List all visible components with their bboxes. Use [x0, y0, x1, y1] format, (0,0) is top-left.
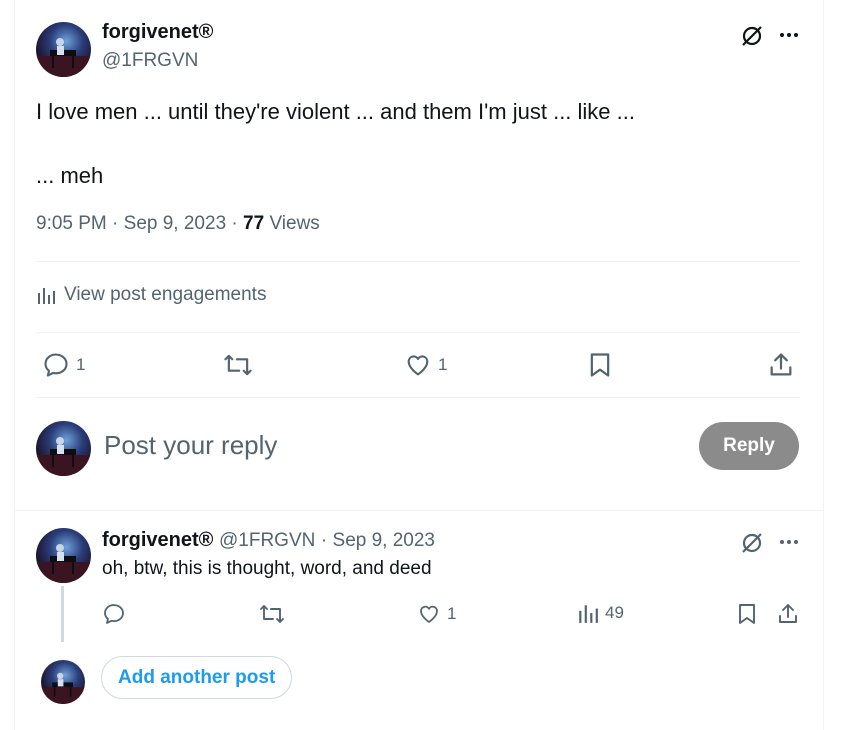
thread-line — [61, 586, 64, 642]
avatar-image — [36, 544, 91, 583]
views-count: 77 — [243, 213, 265, 234]
more-icon[interactable] — [776, 22, 802, 48]
engagements-label: View post engagements — [64, 284, 267, 305]
divider — [36, 261, 800, 262]
bookmark-icon — [739, 604, 755, 624]
share-action[interactable] — [776, 602, 800, 626]
repost-action[interactable] — [222, 351, 260, 379]
author-name[interactable]: forgivenet® — [102, 21, 213, 44]
post-date[interactable]: Sep 9, 2023 — [124, 213, 226, 234]
avatar[interactable] — [36, 421, 91, 476]
more-icon[interactable] — [776, 529, 802, 555]
view-engagements-link[interactable]: View post engagements — [36, 284, 266, 306]
avatar-image — [36, 38, 91, 77]
reply-date[interactable]: Sep 9, 2023 — [333, 530, 435, 551]
add-another-post-button[interactable]: Add another post — [101, 656, 293, 699]
repost-icon — [224, 354, 252, 376]
grok-icon[interactable] — [738, 22, 766, 50]
views-action[interactable]: 49 — [577, 602, 624, 624]
divider — [14, 510, 824, 511]
author-handle[interactable]: @1FRGVN — [102, 50, 198, 72]
bookmark-action[interactable] — [587, 351, 613, 379]
post-time[interactable]: 9:05 PM — [36, 213, 107, 234]
grok-icon[interactable] — [738, 529, 766, 557]
reply-button[interactable]: Reply — [699, 422, 799, 470]
reply-icon — [44, 353, 68, 377]
share-icon — [770, 353, 792, 376]
like-action[interactable]: 1 — [417, 602, 456, 626]
reply-input[interactable]: Post your reply — [104, 430, 277, 461]
bookmark-action[interactable] — [736, 602, 758, 626]
views-count: 49 — [605, 603, 624, 622]
share-action[interactable] — [767, 351, 795, 379]
like-count: 1 — [438, 355, 448, 374]
bookmark-icon — [590, 353, 610, 377]
analytics-icon — [38, 288, 55, 304]
reply-header: forgivenet® @1FRGVN · Sep 9, 2023 — [102, 529, 435, 551]
views-label: Views — [269, 213, 320, 234]
avatar[interactable] — [36, 528, 91, 583]
like-icon — [420, 605, 438, 623]
avatar[interactable] — [36, 22, 91, 77]
like-action[interactable]: 1 — [404, 351, 447, 379]
post-text: I love men ... until they're violent ...… — [36, 99, 635, 188]
share-icon — [779, 604, 797, 623]
post-meta: 9:05 PM · Sep 9, 2023 · 77 Views — [36, 213, 320, 234]
like-icon — [407, 355, 429, 376]
divider — [36, 397, 800, 398]
reply-action[interactable] — [102, 602, 132, 626]
reply-author-name[interactable]: forgivenet® — [102, 529, 213, 551]
reply-action[interactable]: 1 — [42, 351, 85, 379]
analytics-icon — [579, 605, 598, 623]
divider — [36, 332, 800, 333]
repost-action[interactable] — [258, 602, 292, 626]
repost-icon — [260, 605, 284, 623]
like-count: 1 — [447, 604, 457, 623]
reply-text: oh, btw, this is thought, word, and deed — [102, 558, 432, 579]
reply-count: 1 — [76, 355, 86, 374]
reply-author-handle[interactable]: @1FRGVN — [219, 530, 315, 551]
avatar-image — [36, 437, 91, 476]
avatar[interactable] — [41, 660, 85, 704]
reply-icon — [104, 604, 124, 624]
avatar-image — [41, 672, 85, 704]
